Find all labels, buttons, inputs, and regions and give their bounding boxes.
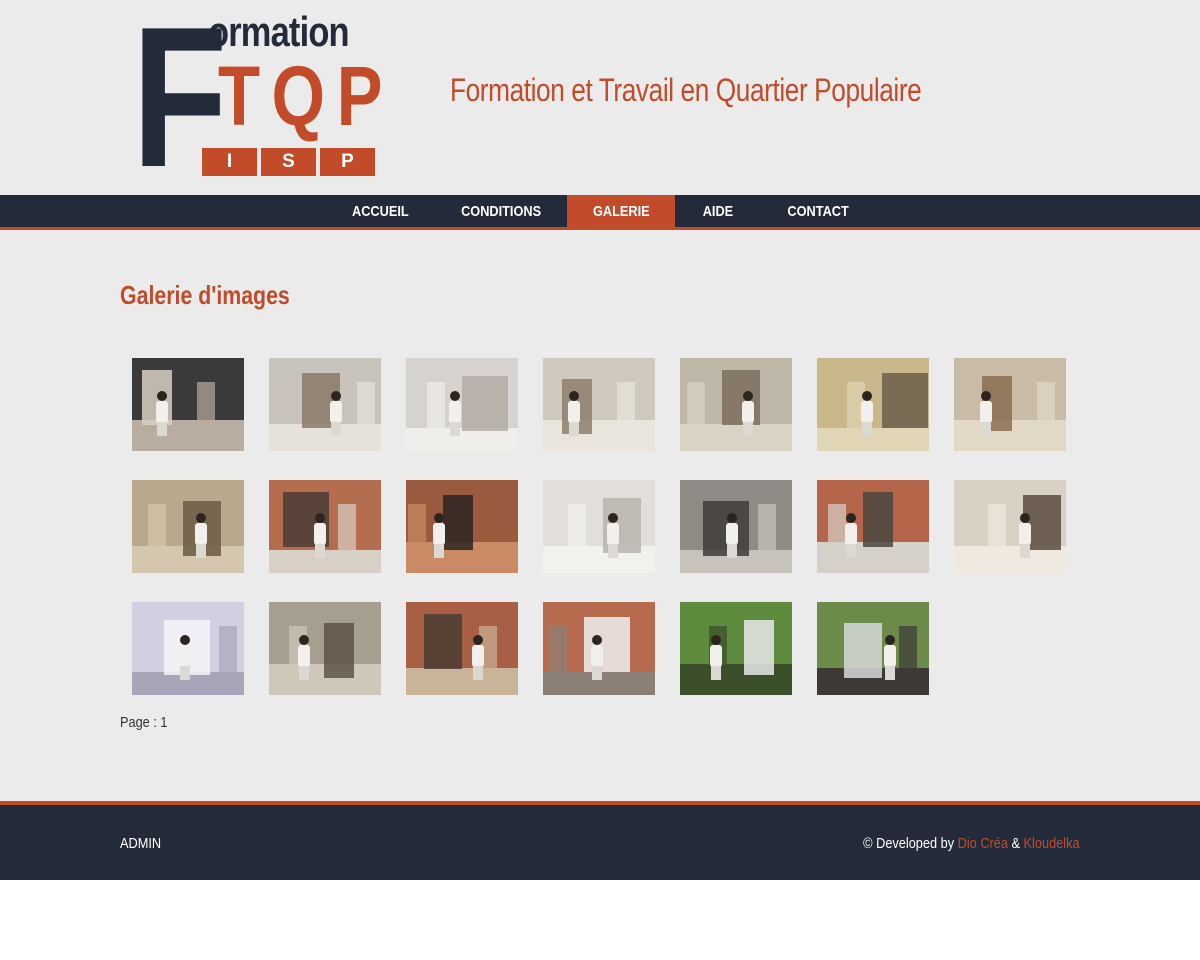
gallery-thumbnail[interactable] xyxy=(269,602,381,695)
main-nav: ACCUEIL CONDITIONS GALERIE AIDE CONTACT xyxy=(0,195,1200,230)
nav-item-accueil[interactable]: ACCUEIL xyxy=(325,195,435,227)
nav-item-aide[interactable]: AIDE xyxy=(675,195,761,227)
thumbnail-image xyxy=(406,602,518,695)
gallery-thumbnail[interactable] xyxy=(543,480,655,573)
gallery-thumbnail[interactable] xyxy=(406,480,518,573)
site-header: F ormation TQP I S P Formation et Travai… xyxy=(0,0,1200,198)
nav-item-conditions[interactable]: CONDITIONS xyxy=(435,195,567,227)
thumbnail-image xyxy=(954,358,1066,451)
thumbnail-image xyxy=(132,602,244,695)
logo-isp-bar: I S P xyxy=(202,148,375,176)
gallery-thumbnail[interactable] xyxy=(954,358,1066,451)
logo-word: ormation xyxy=(208,8,350,55)
site-tagline: Formation et Travail en Quartier Populai… xyxy=(450,72,922,108)
thumbnail-image xyxy=(406,480,518,573)
site-footer: ADMIN © Developed by Dio Créa & Kloudelk… xyxy=(0,801,1200,880)
gallery-thumbnail[interactable] xyxy=(680,480,792,573)
gallery-thumbnail[interactable] xyxy=(543,602,655,695)
pagination-label: Page : 1 xyxy=(120,714,168,731)
site-logo[interactable]: F ormation TQP I S P xyxy=(132,0,383,198)
logo-tqp: TQP xyxy=(218,49,395,143)
gallery-thumbnail[interactable] xyxy=(406,602,518,695)
gallery-thumbnail[interactable] xyxy=(543,358,655,451)
page-title: Galerie d'images xyxy=(120,280,290,310)
logo-isp-letter: S xyxy=(261,148,316,176)
thumbnail-image xyxy=(680,602,792,695)
page: F ormation TQP I S P Formation et Travai… xyxy=(0,0,1200,880)
gallery-thumbnail[interactable] xyxy=(817,358,929,451)
thumbnail-image xyxy=(817,602,929,695)
thumbnail-image xyxy=(954,480,1066,573)
nav-item-contact[interactable]: CONTACT xyxy=(761,195,875,227)
thumbnail-image xyxy=(269,602,381,695)
nav-item-galerie[interactable]: GALERIE xyxy=(567,195,675,227)
thumbnail-image xyxy=(543,602,655,695)
gallery-thumbnail[interactable] xyxy=(680,602,792,695)
thumbnail-image xyxy=(132,358,244,451)
thumbnail-image xyxy=(680,480,792,573)
gallery-thumbnail[interactable] xyxy=(132,602,244,695)
credits-prefix: © Developed by xyxy=(863,835,955,852)
logo-isp-letter: I xyxy=(202,148,257,176)
credits-separator: & xyxy=(1011,835,1021,852)
gallery-thumbnail[interactable] xyxy=(817,480,929,573)
thumbnail-image xyxy=(543,480,655,573)
nav-item-label: GALERIE xyxy=(592,202,650,220)
thumbnail-image xyxy=(269,480,381,573)
gallery-thumbnail[interactable] xyxy=(132,358,244,451)
gallery-thumbnail[interactable] xyxy=(132,480,244,573)
nav-list: ACCUEIL CONDITIONS GALERIE AIDE CONTACT xyxy=(325,195,875,227)
thumbnail-image xyxy=(406,358,518,451)
thumbnail-image xyxy=(269,358,381,451)
credit-link-kloudelka[interactable]: Kloudelka xyxy=(1024,835,1080,852)
nav-item-label: AIDE xyxy=(702,202,734,220)
credits: © Developed by Dio Créa & Kloudelka xyxy=(864,835,1080,852)
logo-isp-letter: P xyxy=(320,148,375,176)
thumbnail-image xyxy=(680,358,792,451)
gallery-thumbnail[interactable] xyxy=(406,358,518,451)
nav-item-label: CONDITIONS xyxy=(460,202,542,220)
gallery-thumbnail[interactable] xyxy=(954,480,1066,573)
gallery-thumbnail[interactable] xyxy=(269,358,381,451)
nav-item-label: ACCUEIL xyxy=(351,202,409,220)
thumbnail-image xyxy=(817,358,929,451)
thumbnail-image xyxy=(543,358,655,451)
credit-link-diocrea[interactable]: Dio Créa xyxy=(958,835,1008,852)
nav-item-label: CONTACT xyxy=(787,202,849,220)
gallery-thumbnail[interactable] xyxy=(817,602,929,695)
gallery-thumbnail[interactable] xyxy=(680,358,792,451)
thumbnail-image xyxy=(817,480,929,573)
gallery-thumbnail[interactable] xyxy=(269,480,381,573)
thumbnail-image xyxy=(132,480,244,573)
admin-link[interactable]: ADMIN xyxy=(120,835,161,852)
